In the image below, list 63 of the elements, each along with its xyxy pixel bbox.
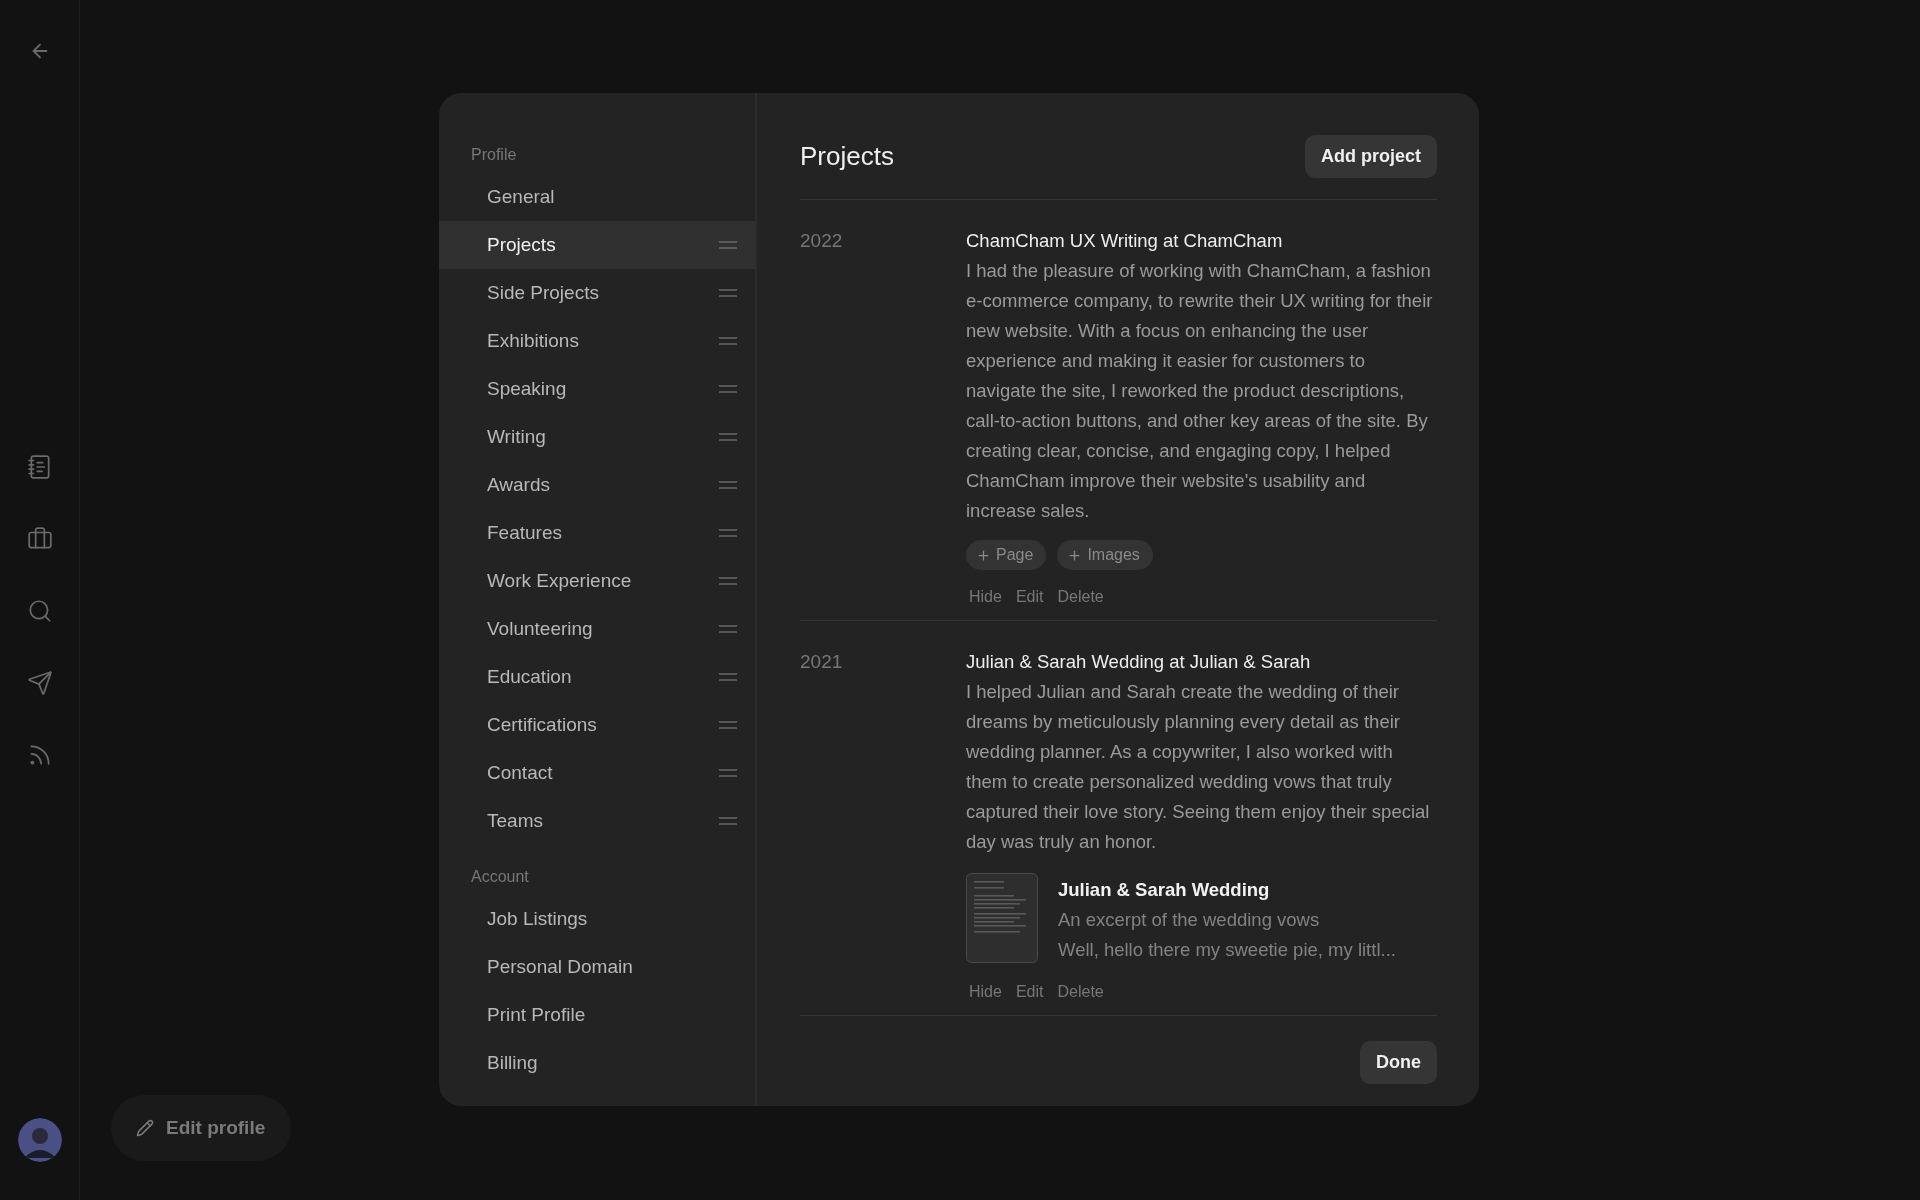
drag-handle-icon[interactable] [719,624,737,634]
project-title: ChamCham UX Writing at ChamCham [966,229,1284,253]
action-link[interactable]: Hide [969,983,1002,1001]
sidebar-item[interactable]: Work Experience [439,557,755,605]
add-attachment-button[interactable]: Page [966,540,1047,570]
drag-handle-icon[interactable] [719,576,737,586]
drag-handle-icon[interactable] [719,528,737,538]
sidebar-item[interactable]: Side Projects [439,269,755,317]
drag-handle-icon[interactable] [719,720,737,730]
sidebar-item[interactable]: Projects [439,221,755,269]
sidebar-item[interactable]: Contact [439,749,755,797]
sidebar-item[interactable]: Awards [439,461,755,509]
drag-handle-icon[interactable] [719,768,737,778]
drag-handle-icon[interactable] [719,816,737,826]
avatar[interactable] [17,1118,62,1162]
drag-handle-icon[interactable] [719,240,737,250]
briefcase-icon[interactable] [26,526,53,552]
sidebar-item[interactable]: Teams [439,797,755,845]
sidebar-item[interactable]: Exhibitions [439,317,755,365]
edit-profile-button[interactable]: Edit profile [111,1095,292,1161]
document-subtitle: An excerpt of the wedding vows [1058,908,1321,932]
add-attachment-button[interactable]: Images [1057,540,1153,570]
action-link[interactable]: Delete [1057,983,1104,1001]
project-description: I had the pleasure of working with ChamCham, a fashion e-commerce company, to rewrite their UX writing for their new website. With a focus on enhancing the user experience and making it easier for customers to navigate the site, I reworked the product descriptions, call-to-action buttons, and other key areas of the site. By creating clear, concise, and engaging copy, I helped ChamCham improve their website's usability and increase sales. [966,259,1434,523]
sidebar-item[interactable]: Features [439,509,755,557]
sidebar-item[interactable]: General [439,173,755,221]
pencil-icon [136,1119,154,1137]
sidebar-item[interactable]: Speaking [439,365,755,413]
action-link[interactable]: Delete [1057,588,1104,606]
document-title: Julian & Sarah Wedding [1058,878,1271,902]
drag-handle-icon[interactable] [719,480,737,490]
send-icon[interactable] [26,670,53,696]
add-project-button[interactable]: Add project [1305,135,1437,178]
sidebar-item[interactable]: Job Listings [439,895,755,943]
project-year: 2021 [800,650,844,674]
sidebar-item[interactable]: Print Profile [439,991,755,1039]
action-link[interactable]: Edit [1015,588,1044,606]
action-link[interactable]: Edit [1015,983,1044,1001]
done-button[interactable]: Done [1360,1041,1437,1084]
drag-handle-icon[interactable] [719,336,737,346]
document-thumbnail-drawing[interactable] [966,873,1038,963]
drag-handle-icon[interactable] [719,288,737,298]
sidebar-item[interactable]: Volunteering [439,605,755,653]
drag-handle-icon[interactable] [719,432,737,442]
notepad-icon[interactable] [26,454,53,480]
search-icon[interactable] [26,598,53,624]
drag-handle-icon[interactable] [719,672,737,682]
sidebar-item[interactable]: Writing [439,413,755,461]
action-link[interactable]: Hide [969,588,1002,606]
plus-icon [1067,547,1083,563]
sidebar-item[interactable]: Billing [439,1039,755,1087]
sidebar-item[interactable]: Personal Domain [439,943,755,991]
document-excerpt: Well, hello there my sweetie pie, my littl... [1058,938,1396,962]
sidebar-item[interactable]: Certifications [439,701,755,749]
drag-handle-icon[interactable] [719,384,737,394]
section-label: Account [470,867,530,887]
plus-icon [976,547,991,563]
sidebar-item[interactable]: Education [439,653,755,701]
section-label: Profile [470,145,518,165]
panel-title: Projects [800,141,894,172]
project-description: I helped Julian and Sarah create the wedding of their dreams by meticulously planning every detail as their wedding planner. As a copywriter, I also worked with them to create personalized wedding vows that truly captured their love story. Seeing them enjoy their special day was truly an honor. [966,680,1431,854]
project-title: Julian & Sarah Wedding at Julian & Sarah [966,650,1312,674]
project-year: 2022 [800,229,844,253]
